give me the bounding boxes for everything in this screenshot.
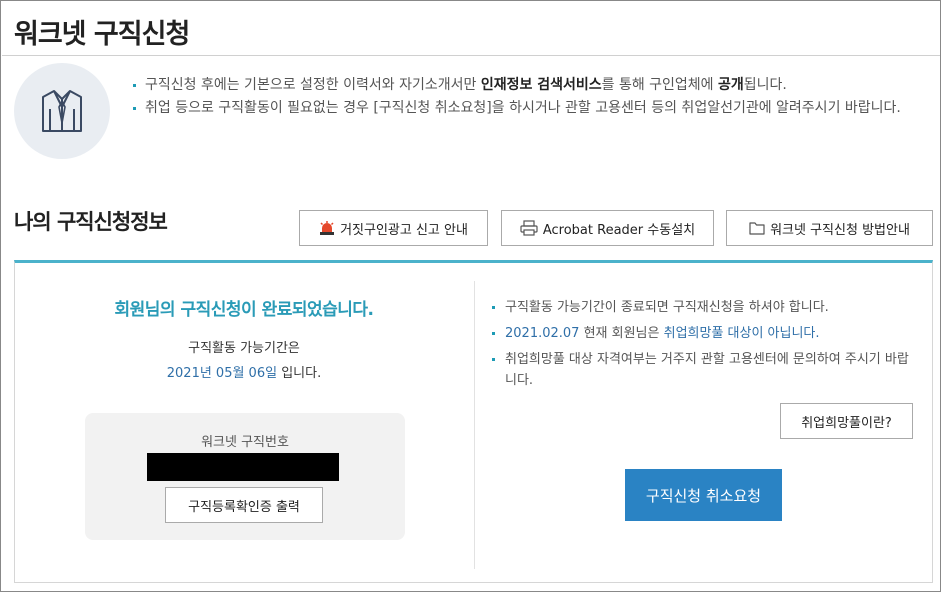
period-date: 2021년 05월 06일 (166, 366, 278, 381)
panel-divider (474, 281, 475, 569)
acrobat-reader-install-button[interactable]: Acrobat Reader 수동설치 (501, 210, 714, 246)
worknet-number-label: 워크넷 구직번호 (201, 435, 289, 450)
completion-message: 회원님의 구직신청이 완료되었습니다. (114, 300, 374, 320)
info-item: 취업희망풀 대상 자격여부는 거주지 관할 고용센터에 문의하여 주시기 바랍니… (492, 349, 912, 391)
intro-notice-item: 취업 등으로 구직활동이 필요없는 경우 [구직신청 취소요청]을 하시거나 관… (133, 98, 933, 119)
print-certificate-button[interactable]: 구직등록확인증 출력 (165, 487, 323, 523)
printer-icon (520, 220, 538, 236)
folder-icon (749, 222, 765, 235)
worknet-guide-button[interactable]: 워크넷 구직신청 방법안내 (726, 210, 933, 246)
info-list: 구직활동 가능기간이 종료되면 구직재신청을 하셔야 합니다. 2021.02.… (492, 297, 912, 396)
section-title: 나의 구직신청정보 (14, 210, 168, 234)
period-value: 2021년 05월 06일 입니다. (166, 366, 322, 381)
siren-icon (320, 221, 335, 235)
title-divider (2, 55, 940, 56)
info-item: 2021.02.07 현재 회원님은 취업희망풀 대상이 아닙니다. (492, 323, 912, 344)
intro-notice-list: 구직신청 후에는 기본으로 설정한 이력서와 자기소개서만 인재정보 검색서비스… (133, 75, 933, 121)
info-date: 2021.02.07 (505, 326, 580, 341)
intro-bold-service: 인재정보 검색서비스 (480, 77, 602, 93)
worknet-number-box: 워크넷 구직번호 구직등록확인증 출력 (85, 413, 405, 540)
hope-pool-status: 취업희망풀 대상이 아닙니다. (663, 326, 820, 341)
window-frame: 워크넷 구직신청 구직신청 후에는 기본으로 설정한 이력서와 자기소개서만 인… (0, 0, 941, 592)
shirt-icon (42, 90, 82, 132)
fake-job-ad-report-button[interactable]: 거짓구인광고 신고 안내 (299, 210, 488, 246)
job-application-panel: 회원님의 구직신청이 완료되었습니다. 구직활동 가능기간은 2021년 05월… (14, 260, 933, 583)
intro-notice-item: 구직신청 후에는 기본으로 설정한 이력서와 자기소개서만 인재정보 검색서비스… (133, 75, 933, 96)
worknet-number-redacted (147, 453, 339, 481)
info-item: 구직활동 가능기간이 종료되면 구직재신청을 하셔야 합니다. (492, 297, 912, 318)
hope-pool-info-button[interactable]: 취업희망풀이란? (780, 403, 913, 439)
page-title: 워크넷 구직신청 (14, 19, 190, 50)
period-label: 구직활동 가능기간은 (188, 341, 300, 356)
intro-illustration (14, 63, 110, 159)
intro-bold-public: 공개 (718, 77, 744, 93)
cancel-application-button[interactable]: 구직신청 취소요청 (625, 469, 782, 521)
